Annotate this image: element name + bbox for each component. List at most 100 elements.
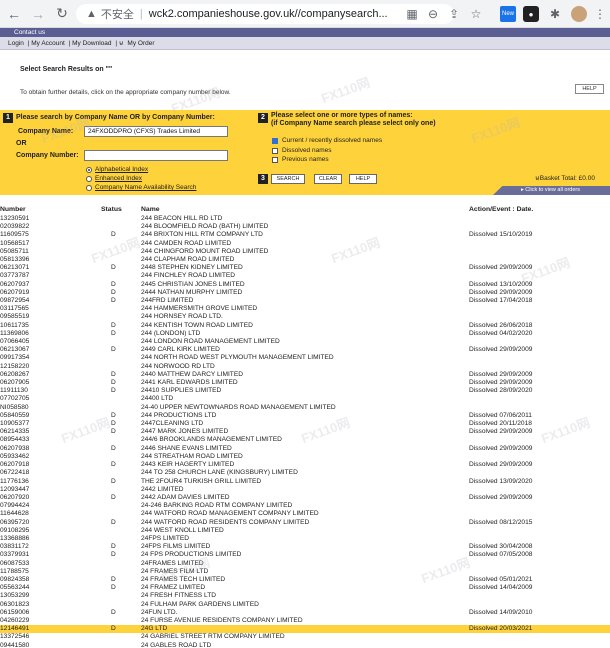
company-number-link[interactable]: 03831172	[0, 543, 29, 551]
company-number-link[interactable]: 12093447	[0, 486, 29, 494]
table-row[interactable]: 06087533 24FRAMES LIMITED	[0, 560, 610, 568]
company-number-link[interactable]: 03379931	[0, 551, 29, 559]
company-number-link[interactable]: 11776136	[0, 478, 29, 486]
company-number-link[interactable]: 06722418	[0, 469, 29, 477]
profile-avatar[interactable]	[571, 6, 587, 22]
company-number-link[interactable]: 09108295	[0, 527, 29, 535]
back-icon[interactable]: ←	[4, 4, 24, 24]
company-number-link[interactable]: 05933462	[0, 453, 29, 461]
table-row[interactable]: 02039822 244 BLOOMFIELD ROAD (BATH) LIMIT…	[0, 223, 610, 231]
company-number-link[interactable]: 12146491	[0, 625, 29, 633]
table-row[interactable]: 09108295 244 WEST KNOLL LIMITED	[0, 527, 610, 535]
table-row[interactable]: 06208267 D 2440 MATTHEW DARCY LIMITED Disso…	[0, 371, 610, 379]
table-row[interactable]: 06207938 D 2446 SHANE EVANS LIMITED Dissolv…	[0, 445, 610, 453]
forward-icon[interactable]: →	[28, 4, 48, 24]
company-number-link[interactable]: 11644628	[0, 510, 29, 518]
company-number-link[interactable]: 06087533	[0, 560, 29, 568]
help-button-top[interactable]: HELP	[575, 84, 604, 94]
table-row[interactable]: 06207920 D 2442 ADAM DAVIES LIMITED Dissolv…	[0, 494, 610, 502]
table-row[interactable]: 09872954 D 244FRD LIMITED Dissolved 17/04/2…	[0, 297, 610, 305]
company-number-link[interactable]: 10611735	[0, 322, 29, 330]
table-row[interactable]: 06214335 D 2447 MARK JONES LIMITED Dissolve…	[0, 428, 610, 436]
help-button[interactable]: HELP	[349, 174, 377, 184]
table-row[interactable]: 11788575 24 FRAMES FILM LTD	[0, 568, 610, 576]
address-bar[interactable]: ▲ 不安全 | wck2.companieshouse.gov.uk//comp…	[76, 4, 454, 24]
company-number-link[interactable]: 06207919	[0, 289, 29, 297]
company-number-link[interactable]: NI058580	[0, 404, 29, 412]
table-row[interactable]: NI058580 24-40 UPPER NEWTOWNARDS ROAD MAN…	[0, 404, 610, 412]
my-account-link[interactable]: My Account	[31, 40, 65, 47]
previous-names-option[interactable]: Previous names	[272, 156, 329, 163]
radio-label[interactable]: Company Name Availability Search	[95, 184, 196, 191]
enhanced-index-option[interactable]: Enhanced Index	[86, 175, 142, 182]
table-row[interactable]: 13230591 244 BEACON HILL RD LTD	[0, 215, 610, 223]
table-row[interactable]: 09917354 244 NORTH ROAD WEST PLYMOUTH MAN…	[0, 354, 610, 362]
extension-icon[interactable]: ●	[523, 6, 539, 22]
table-row[interactable]: 09824358 D 24 FRAMES TECH LIMITED Dissolved…	[0, 576, 610, 584]
table-row[interactable]: 06722418 244 TO 258 CHURCH LANE (KINGSBUR…	[0, 469, 610, 477]
table-row[interactable]: 09585519 244 HORNSEY ROAD LTD.	[0, 313, 610, 321]
company-number-link[interactable]: 11609575	[0, 231, 29, 239]
table-row[interactable]: 06159006 D 24FUN LTD. Dissolved 14/09/2010	[0, 609, 610, 617]
bookmark-star-icon[interactable]: ☆	[468, 6, 484, 22]
my-order-link[interactable]: My Order	[127, 40, 154, 47]
table-row[interactable]: 13368886 24FPS LIMITED	[0, 535, 610, 543]
table-row[interactable]: 07994424 24-246 BARKING ROAD RTM COMPANY …	[0, 502, 610, 510]
radio-button[interactable]	[86, 166, 92, 173]
company-number-link[interactable]: 13368886	[0, 535, 29, 543]
company-number-link[interactable]: 06159006	[0, 609, 29, 617]
new-extension-icon[interactable]: New	[500, 6, 516, 22]
company-number-link[interactable]: 10568517	[0, 240, 29, 248]
table-row[interactable]: 13372546 24 GABRIEL STREET RTM COMPANY LI…	[0, 633, 610, 641]
company-number-input[interactable]	[84, 150, 228, 161]
company-number-link[interactable]: 04260229	[0, 617, 29, 625]
table-row[interactable]: 11911130 D 24410 SUPPLIES LIMITED Dissolved…	[0, 387, 610, 395]
radio-button[interactable]	[86, 175, 92, 182]
table-row[interactable]: 12093447 2442 LIMITED	[0, 486, 610, 494]
table-row[interactable]: 10905377 D 2447CLEANING LTD Dissolved 20/11…	[0, 420, 610, 428]
table-row[interactable]: 11369806 D 244 (LONDON) LTD Dissolved 04/02…	[0, 330, 610, 338]
table-row[interactable]: 06213071 D 2448 STEPHEN KIDNEY LIMITED Diss…	[0, 264, 610, 272]
company-number-link[interactable]: 06213067	[0, 346, 29, 354]
table-row[interactable]: 11609575 D 244 BRIXTON HILL RTM COMPANY LT…	[0, 231, 610, 239]
share-icon[interactable]: ⇪	[446, 6, 462, 22]
my-download-link[interactable]: My Download	[72, 40, 111, 47]
company-number-link[interactable]: 06207938	[0, 445, 29, 453]
company-number-link[interactable]: 08954433	[0, 436, 29, 444]
company-number-link[interactable]: 06208267	[0, 371, 29, 379]
table-row[interactable]: 06395720 D 244 WATFORD ROAD RESIDENTS COMP…	[0, 519, 610, 527]
table-row[interactable]: 03831172 D 24FPS FILMS LIMITED Dissolved 30…	[0, 543, 610, 551]
company-name-input[interactable]: 24FXODDPRO (CFXS) Trades Limited	[84, 126, 228, 137]
extensions-puzzle-icon[interactable]: ✱	[547, 6, 563, 22]
table-row[interactable]: 06207919 D 2444 NATHAN MURPHY LIMITED Disso…	[0, 289, 610, 297]
table-row[interactable]: 06207905 D 2441 KARL EDWARDS LIMITED Dissol…	[0, 379, 610, 387]
current-names-option[interactable]: Current / recently dissolved names	[272, 137, 382, 144]
company-number-link[interactable]: 05840559	[0, 412, 29, 420]
company-number-link[interactable]: 13230591	[0, 215, 29, 223]
clear-button[interactable]: CLEAR	[314, 174, 342, 184]
dissolved-names-option[interactable]: Dissolved names	[272, 147, 332, 154]
company-number-link[interactable]: 07066405	[0, 338, 29, 346]
company-number-link[interactable]: 13372546	[0, 633, 29, 641]
company-number-link[interactable]: 09585519	[0, 313, 29, 321]
company-number-link[interactable]: 06214335	[0, 428, 29, 436]
company-number-link[interactable]: 09872954	[0, 297, 29, 305]
table-row[interactable]: 04260229 24 FURSE AVENUE RESIDENTS COMPAN…	[0, 617, 610, 625]
company-number-link[interactable]: 07702705	[0, 395, 29, 403]
company-number-link[interactable]: 05085711	[0, 248, 29, 256]
company-number-link[interactable]: 06207920	[0, 494, 29, 502]
warning-icon[interactable]: ▲	[86, 8, 97, 20]
table-row[interactable]: 05813396 244 CLAPHAM ROAD LIMITED	[0, 256, 610, 264]
url-text[interactable]: wck2.companieshouse.gov.uk//companysearc…	[149, 8, 388, 20]
company-number-link[interactable]: 03117565	[0, 305, 29, 313]
table-row[interactable]: 05840559 D 244 PRODUCTIONS LTD Dissolved 07…	[0, 412, 610, 420]
table-row[interactable]: 10611735 D 244 KENTISH TOWN ROAD LIMITED Di…	[0, 322, 610, 330]
company-number-link[interactable]: 06301823	[0, 601, 29, 609]
radio-button[interactable]	[86, 184, 92, 191]
table-row[interactable]: 11644628 244 WATFORD ROAD MANAGEMENT COMP…	[0, 510, 610, 518]
table-row[interactable]: 13053299 24 FRESH FITNESS LTD	[0, 592, 610, 600]
basket-total[interactable]: ⊌Basket Total: £0.00	[535, 174, 595, 182]
radio-label[interactable]: Alphabetical Index	[95, 166, 148, 173]
company-number-link[interactable]: 11788575	[0, 568, 29, 576]
translate-icon[interactable]: ▦	[404, 6, 420, 22]
